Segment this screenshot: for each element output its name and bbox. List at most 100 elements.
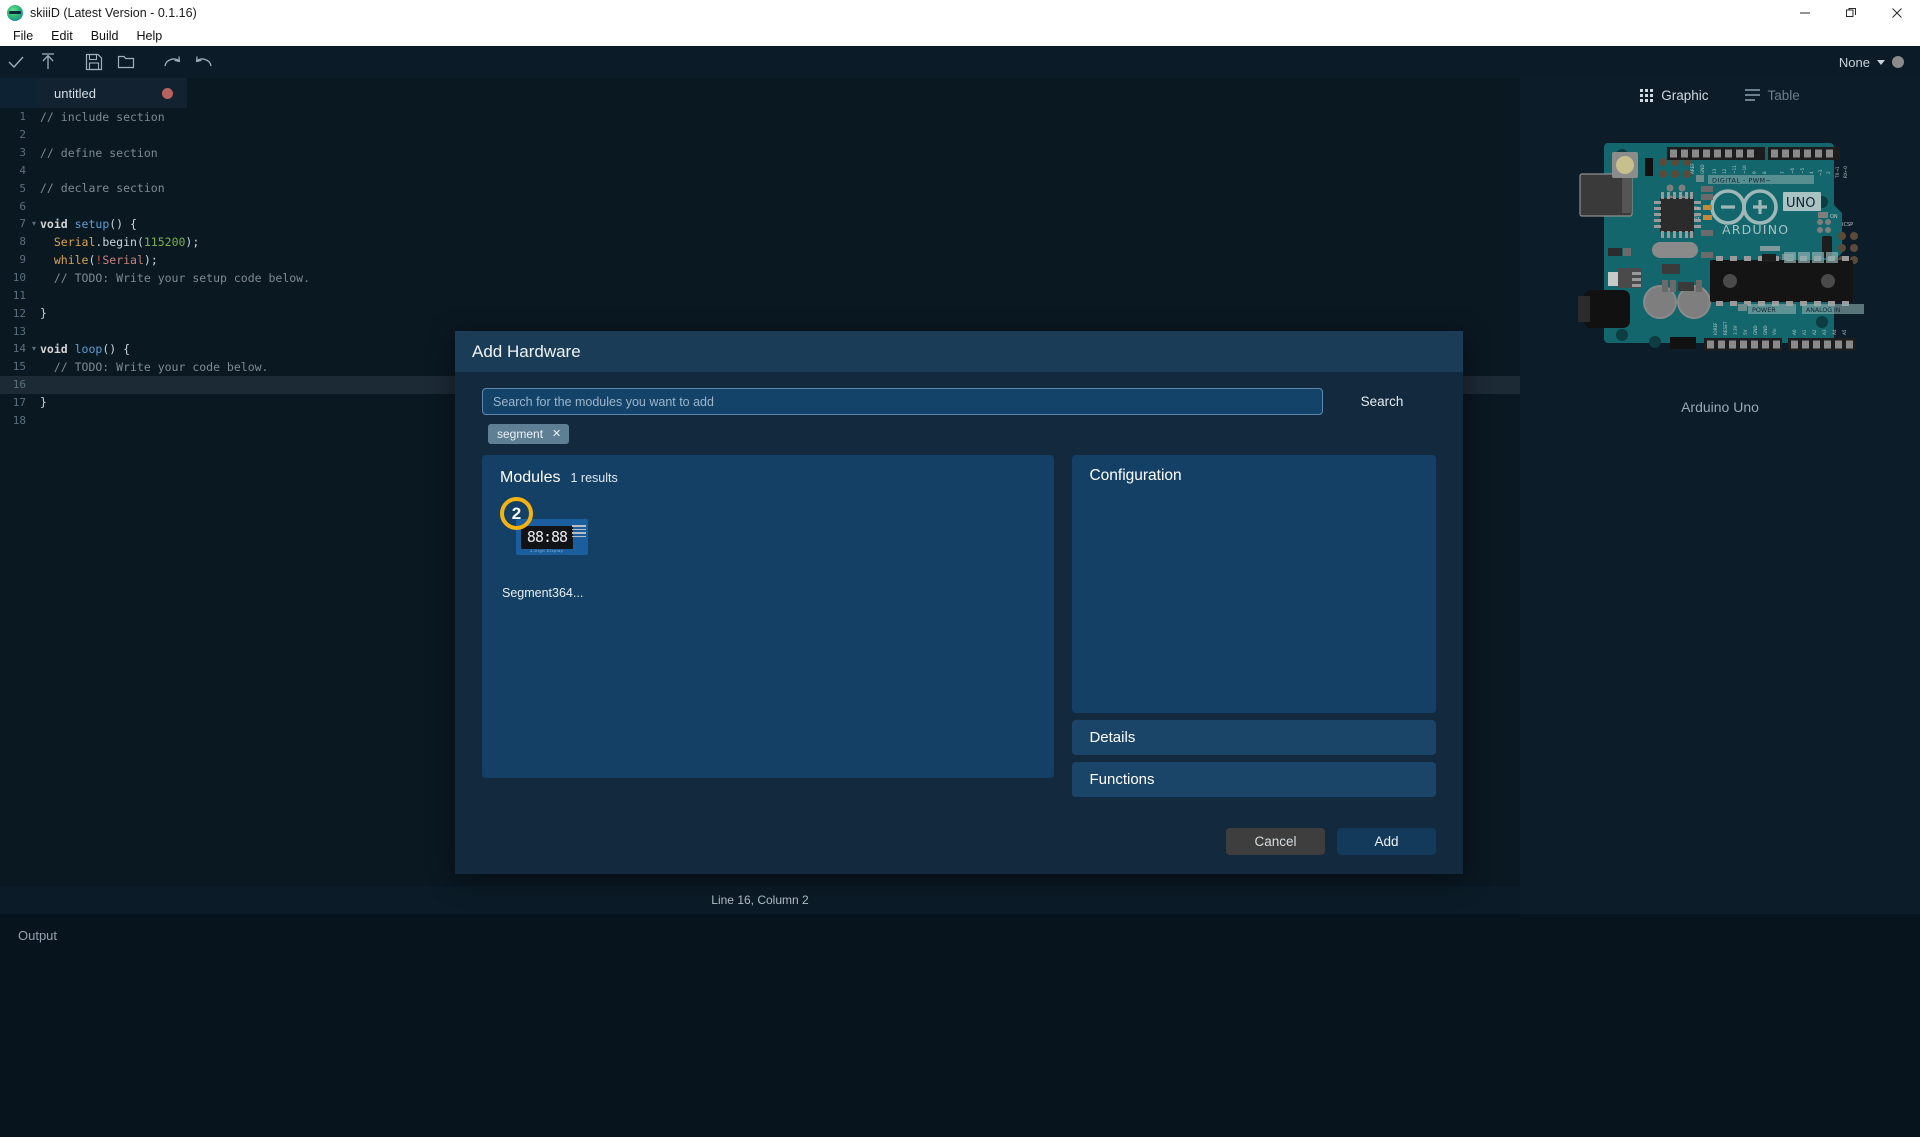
svg-text:7: 7 xyxy=(1780,171,1785,174)
svg-text:A5: A5 xyxy=(1842,329,1847,335)
status-dot-icon xyxy=(1892,56,1904,68)
svg-text:ICSP: ICSP xyxy=(1842,222,1853,228)
details-accordion[interactable]: Details xyxy=(1072,720,1436,755)
dialog-panes: Modules 1 results 2 88:88 4-Digit Displa… xyxy=(482,455,1436,797)
code-text: // TODO: Write your setup code below. xyxy=(40,270,311,285)
svg-text:13: 13 xyxy=(1712,168,1717,174)
arduino-uno-board-icon[interactable]: AREF GND 13 12 ~11 ~10 9 8 7 ~6 ~5 4 ~3 … xyxy=(1570,130,1870,380)
module-quantity-badge[interactable]: 2 xyxy=(500,497,533,530)
functions-label: Functions xyxy=(1089,771,1155,788)
close-icon[interactable] xyxy=(1874,0,1920,26)
code-line: 1 // include section xyxy=(0,108,1520,126)
svg-text:RESET: RESET xyxy=(1723,321,1728,335)
filter-chip-segment[interactable]: segment ✕ xyxy=(488,424,570,444)
line-number: 9 xyxy=(19,253,26,267)
app-window: skiiiD (Latest Version - 0.1.16) File Ed… xyxy=(0,0,1920,1137)
unsaved-dot-icon[interactable] xyxy=(162,87,173,99)
line-number: 18 xyxy=(12,413,26,427)
code-line: 4 xyxy=(0,162,1520,180)
line-number: 16 xyxy=(12,378,26,392)
board-caption: Arduino Uno xyxy=(1681,399,1759,415)
minimize-icon[interactable] xyxy=(1782,0,1828,26)
module-card-label: Segment364... xyxy=(502,586,584,600)
save-button[interactable] xyxy=(78,49,110,75)
line-number: 1 xyxy=(19,110,26,124)
svg-text:A3: A3 xyxy=(1822,329,1827,335)
pin-header-icon xyxy=(572,525,586,537)
modules-result-count: 1 results xyxy=(570,471,618,485)
details-label: Details xyxy=(1089,729,1136,746)
hardware-panel: Graphic Table AREF GND 13 12 ~11 ~10 9 8… xyxy=(1520,78,1920,914)
search-button[interactable]: Search xyxy=(1328,388,1436,415)
svg-text:Vin: Vin xyxy=(1772,328,1777,335)
undo-arrow-icon xyxy=(194,52,214,72)
editor-tab-label: untitled xyxy=(54,85,96,101)
svg-text:~6: ~6 xyxy=(1790,167,1795,174)
floppy-disk-icon xyxy=(85,53,103,71)
code-text: while(!Serial); xyxy=(53,252,158,267)
svg-text:IOREF: IOREF xyxy=(1713,322,1718,335)
port-selector[interactable]: None xyxy=(1839,46,1904,78)
menu-item-edit[interactable]: Edit xyxy=(42,28,82,44)
code-line: 10 // TODO: Write your setup code below. xyxy=(0,269,1520,287)
line-number: 15 xyxy=(12,360,26,374)
maximize-icon[interactable] xyxy=(1828,0,1874,26)
line-number: 6 xyxy=(19,199,26,213)
cancel-button[interactable]: Cancel xyxy=(1226,828,1325,855)
svg-text:A2: A2 xyxy=(1812,329,1817,335)
redo-button[interactable] xyxy=(156,49,188,75)
svg-text:POWER: POWER xyxy=(1752,306,1776,314)
tab-table[interactable]: Table xyxy=(1744,87,1800,103)
undo-button[interactable] xyxy=(188,49,220,75)
svg-text:~11: ~11 xyxy=(1732,165,1737,174)
window-title: skiiiD (Latest Version - 0.1.16) xyxy=(30,6,197,20)
svg-text:AREF: AREF xyxy=(1690,163,1695,174)
modules-header: Modules 1 results xyxy=(500,469,1036,487)
svg-text:UNO: UNO xyxy=(1786,196,1815,211)
code-line: 3 // define section xyxy=(0,144,1520,162)
fold-toggle-icon[interactable]: ▾ xyxy=(30,219,38,228)
open-folder-button[interactable] xyxy=(110,49,142,75)
cursor-position-status: Line 16, Column 2 xyxy=(711,893,809,907)
svg-text:ANALOG IN: ANALOG IN xyxy=(1806,307,1841,314)
line-number: 8 xyxy=(19,235,26,249)
board-preview: AREF GND 13 12 ~11 ~10 9 8 7 ~6 ~5 4 ~3 … xyxy=(1520,130,1920,415)
code-line: 5 // declare section xyxy=(0,179,1520,197)
code-text: void setup() { xyxy=(40,216,137,231)
module-card-segment[interactable]: 2 88:88 4-Digit Display Segment364... xyxy=(500,497,604,600)
hardware-view-tabs: Graphic Table xyxy=(1520,78,1920,112)
code-text: void loop() { xyxy=(40,341,131,356)
svg-text:9: 9 xyxy=(1752,171,1757,174)
search-row: Search xyxy=(482,388,1436,415)
add-button[interactable]: Add xyxy=(1337,828,1436,855)
module-thumbnail: 2 88:88 4-Digit Display xyxy=(500,497,604,573)
line-number: 12 xyxy=(12,306,26,320)
menu-item-build[interactable]: Build xyxy=(82,28,128,44)
fold-toggle-icon[interactable]: ▾ xyxy=(30,344,38,353)
svg-text:A1: A1 xyxy=(1802,329,1807,335)
tab-graphic[interactable]: Graphic xyxy=(1640,88,1709,103)
dialog-title: Add Hardware xyxy=(472,341,581,361)
editor-tab-untitled[interactable]: untitled xyxy=(38,78,188,108)
upload-button[interactable] xyxy=(32,49,64,75)
menu-item-help[interactable]: Help xyxy=(128,28,172,44)
svg-text:8: 8 xyxy=(1762,171,1767,174)
segment-digits: 88:88 xyxy=(526,527,568,546)
svg-text:~10: ~10 xyxy=(1742,165,1747,174)
configuration-title: Configuration xyxy=(1089,467,1182,484)
functions-accordion[interactable]: Functions xyxy=(1072,762,1436,797)
search-input[interactable] xyxy=(482,388,1323,415)
svg-text:GND: GND xyxy=(1753,325,1758,335)
modules-pane: Modules 1 results 2 88:88 4-Digit Displa… xyxy=(482,455,1055,778)
code-text: // TODO: Write your code below. xyxy=(40,359,269,374)
editor-tab-strip: untitled xyxy=(0,78,1520,108)
svg-text:GND: GND xyxy=(1700,164,1705,174)
verify-button[interactable] xyxy=(0,49,32,75)
segment-silkscreen-label: 4-Digit Display xyxy=(530,548,564,553)
configuration-column: Configuration Details Functions xyxy=(1072,455,1436,797)
tab-table-label: Table xyxy=(1767,87,1800,103)
svg-text:RX←0: RX←0 xyxy=(1843,166,1848,178)
menu-item-file[interactable]: File xyxy=(4,28,42,44)
svg-text:~5: ~5 xyxy=(1800,167,1805,174)
x-icon[interactable]: ✕ xyxy=(552,427,561,440)
